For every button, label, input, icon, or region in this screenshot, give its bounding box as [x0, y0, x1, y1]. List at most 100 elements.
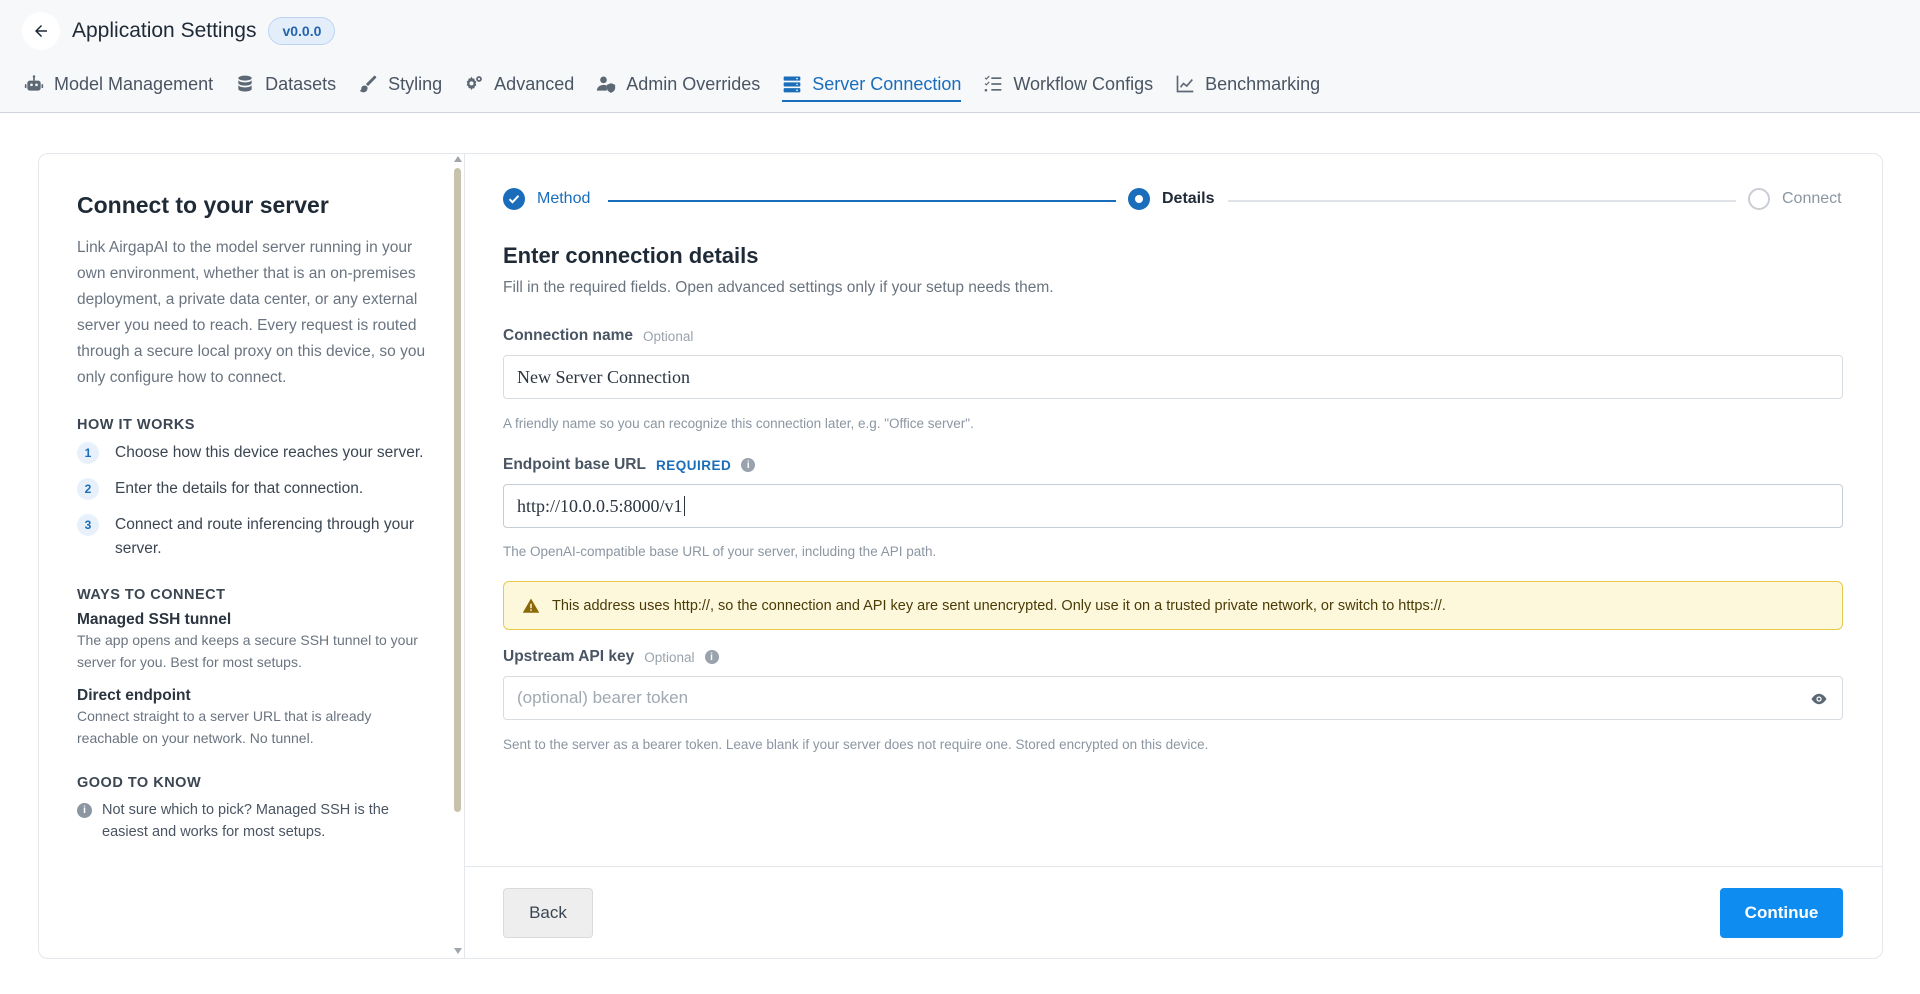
label-text: Upstream API key [503, 648, 635, 665]
way-description: Connect straight to a server URL that is… [77, 708, 372, 746]
continue-button[interactable]: Continue [1720, 888, 1843, 938]
chart-line-icon [1176, 75, 1194, 93]
step-label: Connect [1782, 190, 1842, 207]
step-number: 1 [77, 442, 99, 464]
text-caret [683, 496, 685, 516]
label-text: Connection name [503, 327, 634, 344]
sidebar-scrollbar[interactable] [452, 154, 464, 958]
input-value: New Server Connection [517, 366, 690, 387]
tab-styling[interactable]: Styling [358, 66, 442, 102]
ways-to-connect-heading: WAYS TO CONNECT [77, 587, 226, 603]
optional-tag: Optional [643, 328, 694, 344]
step-method[interactable]: Method [503, 188, 590, 210]
api-key-label: Upstream API key Optional i [503, 648, 719, 666]
tab-label: Benchmarking [1205, 73, 1321, 94]
app-header: Application Settings v0.0.0 Model Manage… [0, 0, 1920, 113]
how-step: 2 Enter the details for that connection. [77, 477, 426, 501]
tab-model-management[interactable]: Model Management [24, 66, 213, 102]
tab-label: Admin Overrides [626, 73, 761, 94]
step-label: Details [1162, 190, 1215, 207]
connection-name-input[interactable]: New Server Connection [503, 355, 1843, 399]
tab-workflow-configs[interactable]: Workflow Configs [983, 66, 1153, 102]
api-key-hint: Sent to the server as a bearer token. Le… [503, 737, 1209, 752]
connection-card: Connect to your server Link AirgapAI to … [38, 153, 1883, 959]
settings-tabs: Model Management Datasets Styling Advanc… [24, 66, 1342, 102]
database-icon [238, 75, 252, 92]
page-title: Application Settings [72, 19, 257, 42]
tab-label: Advanced [494, 73, 575, 94]
back-button[interactable]: Back [503, 888, 593, 938]
how-step: 1 Choose how this device reaches your se… [77, 441, 426, 465]
tab-benchmarking[interactable]: Benchmarking [1175, 66, 1320, 102]
footer-divider [465, 866, 1883, 867]
form-subtitle: Fill in the required fields. Open advanc… [503, 279, 1054, 296]
step-text: Connect and route inferencing through yo… [115, 516, 415, 557]
info-icon[interactable]: i [741, 458, 756, 472]
optional-tag: Optional [644, 649, 695, 665]
warning-text: This address uses http://, so the connec… [552, 597, 1446, 614]
tab-datasets[interactable]: Datasets [235, 66, 336, 102]
tab-label: Workflow Configs [1013, 73, 1154, 94]
how-it-works-heading: HOW IT WORKS [77, 417, 195, 433]
way-title: Direct endpoint [77, 687, 191, 704]
tab-advanced[interactable]: Advanced [464, 66, 574, 102]
good-to-know-heading: GOOD TO KNOW [77, 775, 202, 791]
back-arrow-button[interactable] [22, 12, 60, 50]
insecure-warning-banner: This address uses http://, so the connec… [503, 581, 1843, 630]
endpoint-url-input[interactable]: http://10.0.0.5:8000/v1 [503, 484, 1843, 528]
eye-icon[interactable] [1810, 690, 1828, 708]
tab-label: Server Connection [812, 73, 962, 94]
form-title: Enter connection details [503, 243, 759, 268]
label-text: Endpoint base URL [503, 456, 646, 473]
sidebar-title: Connect to your server [77, 192, 329, 218]
endpoint-url-hint: The OpenAI-compatible base URL of your s… [503, 544, 937, 559]
input-value: http://10.0.0.5:8000/v1 [517, 495, 683, 516]
check-icon [503, 188, 525, 210]
step-details: Details [1128, 188, 1214, 210]
list-check-icon [985, 75, 1002, 92]
info-icon: i [77, 803, 92, 818]
progress-stepper: Method Details Connect [503, 188, 1843, 214]
pending-step-dot-icon [1748, 188, 1770, 210]
info-icon[interactable]: i [704, 650, 719, 664]
required-tag: REQUIRED [655, 457, 732, 473]
tab-label: Styling [388, 73, 443, 94]
way-description: The app opens and keeps a secure SSH tun… [77, 632, 418, 670]
warning-triangle-icon [522, 598, 540, 613]
endpoint-url-label: Endpoint base URL REQUIRED i [503, 456, 756, 474]
step-connect: Connect [1748, 188, 1842, 210]
scroll-down-arrow-icon[interactable] [454, 948, 462, 954]
api-key-input[interactable]: (optional) bearer token [503, 676, 1843, 720]
tab-label: Model Management [54, 73, 214, 94]
title-row: Application Settings v0.0.0 [22, 12, 336, 50]
how-step: 3 Connect and route inferencing through … [77, 513, 426, 561]
scroll-thumb[interactable] [454, 168, 461, 812]
step-connector [1228, 200, 1736, 202]
current-step-dot-icon [1128, 188, 1150, 210]
arrow-left-icon [35, 25, 47, 37]
tab-server-connection[interactable]: Server Connection [782, 66, 962, 102]
user-shield-icon [597, 76, 616, 93]
step-label: Method [537, 190, 591, 207]
step-text: Choose how this device reaches your serv… [115, 444, 424, 461]
step-number: 3 [77, 514, 99, 536]
sidebar-intro: Link AirgapAI to the model server runnin… [77, 239, 426, 386]
connection-name-hint: A friendly name so you can recognize thi… [503, 416, 974, 431]
brush-icon [359, 75, 377, 93]
scroll-up-arrow-icon[interactable] [454, 156, 462, 162]
tab-label: Datasets [265, 73, 337, 94]
step-text: Enter the details for that connection. [115, 480, 364, 497]
info-sidebar: Connect to your server Link AirgapAI to … [39, 154, 464, 958]
tip-text: Not sure which to pick? Managed SSH is t… [102, 802, 389, 840]
gears-icon [466, 76, 483, 91]
connection-name-label: Connection name Optional [503, 327, 693, 345]
tip: i Not sure which to pick? Managed SSH is… [77, 799, 426, 843]
robot-icon [24, 75, 44, 91]
tab-admin-overrides[interactable]: Admin Overrides [596, 66, 760, 102]
server-icon [783, 76, 801, 93]
version-badge: v0.0.0 [268, 17, 336, 45]
way-title: Managed SSH tunnel [77, 611, 232, 628]
step-connector [608, 200, 1116, 202]
step-number: 2 [77, 478, 99, 500]
panel-divider [464, 154, 465, 958]
